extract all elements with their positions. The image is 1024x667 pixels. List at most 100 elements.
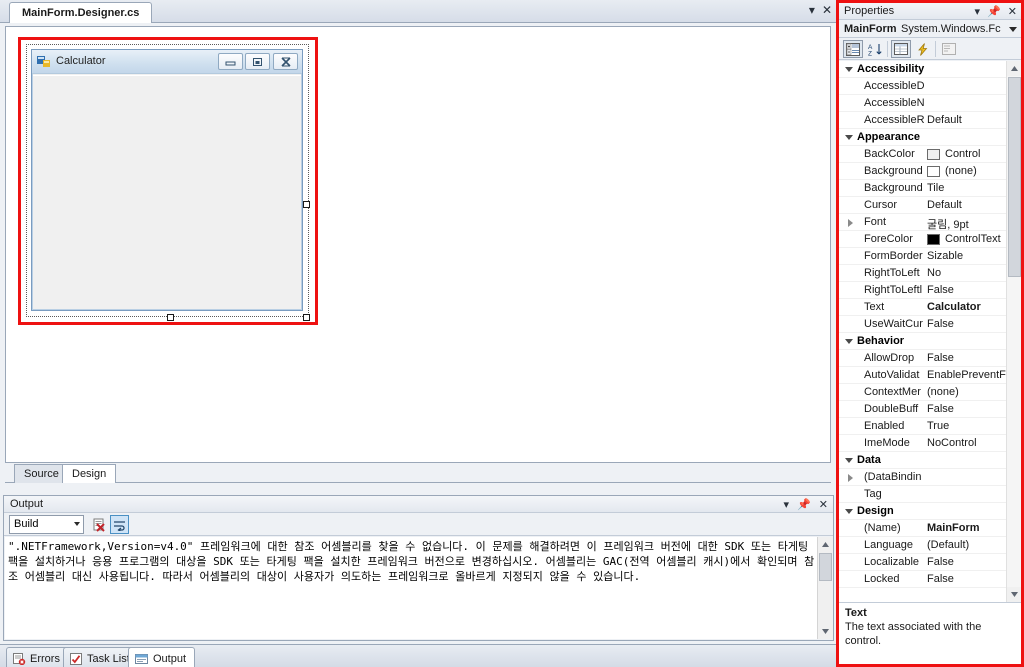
output-scrollbar[interactable] (817, 537, 833, 639)
property-row[interactable]: FormBorder Sizable (839, 248, 1006, 265)
property-row[interactable]: AutoValidat EnablePreventFc (839, 367, 1006, 384)
color-swatch[interactable] (927, 149, 940, 160)
output-text-content[interactable]: ".NETFramework,Version=v4.0" 프레임워크에 대한 참… (5, 537, 817, 639)
property-row[interactable]: Background (none) (839, 163, 1006, 180)
properties-close-icon[interactable]: ✕ (1008, 5, 1017, 18)
category-expander-icon[interactable] (845, 135, 853, 140)
property-grid-scrollbar[interactable] (1006, 61, 1021, 602)
output-scroll-thumb[interactable] (819, 553, 832, 581)
property-row[interactable]: DoubleBuff False (839, 401, 1006, 418)
tabstrip-close-icon[interactable]: ✕ (822, 4, 832, 16)
property-value[interactable]: (Default) (927, 539, 1006, 551)
property-row[interactable]: BackColor Control (839, 146, 1006, 163)
property-row[interactable]: Text Calculator (839, 299, 1006, 316)
output-dropdown-icon[interactable]: ▾ (784, 498, 790, 511)
property-category-data[interactable]: Data (839, 452, 1006, 469)
property-row[interactable]: (Name) MainForm (839, 520, 1006, 537)
property-value[interactable]: False (927, 352, 1006, 364)
properties-view-button[interactable] (891, 40, 911, 58)
property-row[interactable]: AccessibleN (839, 95, 1006, 112)
property-row[interactable]: AllowDrop False (839, 350, 1006, 367)
property-value[interactable]: False (927, 573, 1006, 585)
grid-scroll-up-icon[interactable] (1007, 61, 1021, 76)
property-category-behavior[interactable]: Behavior (839, 333, 1006, 350)
property-category-accessibility[interactable]: Accessibility (839, 61, 1006, 78)
property-category-appearance[interactable]: Appearance (839, 129, 1006, 146)
property-value[interactable]: Calculator (927, 301, 1006, 313)
property-value[interactable]: True (927, 420, 1006, 432)
property-row[interactable]: (DataBindin (839, 469, 1006, 486)
category-expander-icon[interactable] (845, 67, 853, 72)
form-close-button[interactable] (273, 53, 298, 70)
property-value[interactable]: NoControl (927, 437, 1006, 449)
property-category-design[interactable]: Design (839, 503, 1006, 520)
property-value[interactable]: (none) (927, 386, 1006, 398)
form-minimize-button[interactable] (218, 53, 243, 70)
properties-dropdown-icon[interactable]: ▾ (975, 5, 981, 18)
property-value[interactable]: Default (927, 114, 1006, 126)
output-pin-icon[interactable]: 📌 (797, 498, 811, 511)
property-row[interactable]: Localizable False (839, 554, 1006, 571)
property-row[interactable]: Background Tile (839, 180, 1006, 197)
property-row[interactable]: ImeMode NoControl (839, 435, 1006, 452)
resize-handle-corner[interactable] (303, 314, 310, 321)
property-row[interactable]: Cursor Default (839, 197, 1006, 214)
property-value[interactable]: False (927, 284, 1006, 296)
property-value[interactable]: EnablePreventFc (927, 369, 1006, 381)
property-row[interactable]: AccessibleR Default (839, 112, 1006, 129)
form-maximize-button[interactable] (245, 53, 270, 70)
form-client-area[interactable] (33, 75, 301, 309)
property-row[interactable]: AccessibleD (839, 78, 1006, 95)
property-expander-icon[interactable] (848, 474, 853, 482)
property-value[interactable]: Tile (927, 182, 1006, 194)
tab-source[interactable]: Source (14, 464, 69, 483)
property-value[interactable]: False (927, 556, 1006, 568)
resize-handle-bottom[interactable] (167, 314, 174, 321)
form-designer-canvas[interactable]: Calculator (5, 26, 831, 463)
property-row[interactable]: Font 굴림, 9pt (839, 214, 1006, 231)
property-value[interactable]: 굴림, 9pt (927, 216, 1006, 232)
properties-pin-icon[interactable]: 📌 (987, 5, 1001, 18)
tab-mainform-designer[interactable]: MainForm.Designer.cs (9, 2, 153, 23)
property-value[interactable]: ControlText (945, 233, 1006, 245)
category-expander-icon[interactable] (845, 458, 853, 463)
property-value[interactable]: False (927, 403, 1006, 415)
property-pages-button[interactable] (939, 40, 959, 58)
property-value[interactable]: Sizable (927, 250, 1006, 262)
color-swatch[interactable] (927, 234, 940, 245)
property-row[interactable]: Tag (839, 486, 1006, 503)
property-value[interactable]: False (927, 318, 1006, 330)
output-source-combo[interactable]: Build (9, 515, 84, 534)
categorized-button[interactable] (843, 40, 863, 58)
color-swatch[interactable] (927, 166, 940, 177)
category-expander-icon[interactable] (845, 339, 853, 344)
property-value[interactable]: Control (945, 148, 1006, 160)
output-scroll-up-icon[interactable] (818, 537, 833, 552)
tab-errors[interactable]: Errors (6, 647, 69, 667)
property-row[interactable]: RightToLeft No (839, 265, 1006, 282)
property-value[interactable]: (none) (945, 165, 1006, 177)
property-grid[interactable]: Accessibility AccessibleD AccessibleN Acces… (839, 61, 1021, 602)
tab-design[interactable]: Design (62, 464, 117, 483)
property-row[interactable]: Locked False (839, 571, 1006, 588)
property-expander-icon[interactable] (848, 219, 853, 227)
output-close-icon[interactable]: ✕ (819, 498, 828, 511)
property-row[interactable]: ForeColor ControlText (839, 231, 1006, 248)
clear-output-button[interactable] (90, 515, 109, 534)
property-row[interactable]: RightToLeftl False (839, 282, 1006, 299)
property-row[interactable]: UseWaitCur False (839, 316, 1006, 333)
property-row[interactable]: Language (Default) (839, 537, 1006, 554)
word-wrap-button[interactable] (110, 515, 129, 534)
calculator-form[interactable]: Calculator (31, 49, 303, 311)
properties-object-selector[interactable]: MainForm System.Windows.Fc (839, 20, 1021, 38)
property-row[interactable]: Enabled True (839, 418, 1006, 435)
property-value[interactable]: MainForm (927, 522, 1006, 534)
alphabetical-button[interactable]: A Z (865, 40, 885, 58)
grid-scroll-down-icon[interactable] (1007, 587, 1021, 602)
tabstrip-dropdown-icon[interactable]: ▾ (809, 4, 815, 16)
output-scroll-down-icon[interactable] (818, 624, 833, 639)
category-expander-icon[interactable] (845, 509, 853, 514)
property-row[interactable]: ContextMer (none) (839, 384, 1006, 401)
tab-output[interactable]: Output (128, 647, 196, 667)
property-value[interactable]: Default (927, 199, 1006, 211)
